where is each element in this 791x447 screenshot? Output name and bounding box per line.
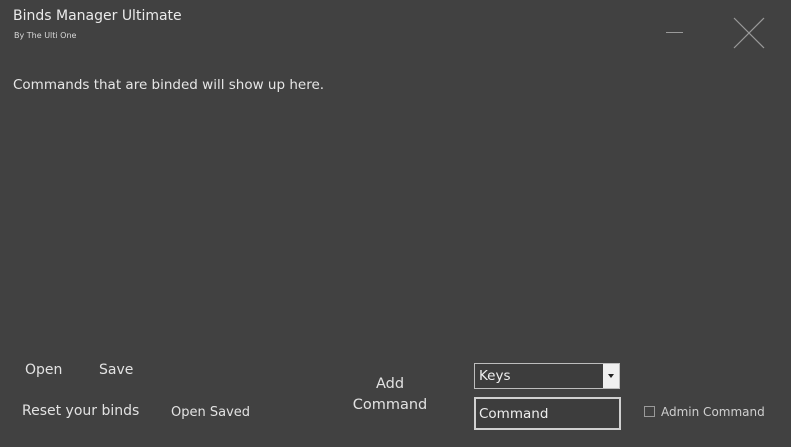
keys-dropdown-value: Keys bbox=[479, 368, 511, 384]
save-button[interactable]: Save bbox=[99, 362, 133, 378]
dropdown-arrow-icon[interactable] bbox=[603, 364, 619, 388]
keys-dropdown[interactable]: Keys bbox=[474, 363, 620, 389]
admin-command-label: Admin Command bbox=[661, 405, 765, 419]
add-command-label-line1: Add bbox=[375, 376, 405, 392]
add-command-button[interactable]: Add Command bbox=[350, 374, 430, 416]
minimize-icon bbox=[666, 32, 683, 33]
binds-manager-window: Binds Manager Ultimate By The Ulti One C… bbox=[0, 0, 791, 447]
close-button[interactable] bbox=[730, 14, 768, 52]
window-subtitle: By The Ulti One bbox=[14, 31, 77, 40]
command-input[interactable] bbox=[474, 397, 621, 430]
add-command-label-line2: Command bbox=[352, 397, 428, 413]
binds-list-placeholder: Commands that are binded will show up he… bbox=[13, 77, 325, 93]
window-title: Binds Manager Ultimate bbox=[13, 8, 182, 24]
close-icon bbox=[733, 17, 765, 49]
reset-binds-button[interactable]: Reset your binds bbox=[22, 403, 139, 419]
checkbox-icon[interactable] bbox=[644, 406, 655, 417]
minimize-button[interactable] bbox=[660, 20, 690, 46]
open-button[interactable]: Open bbox=[25, 362, 62, 378]
open-saved-button[interactable]: Open Saved bbox=[171, 405, 250, 420]
